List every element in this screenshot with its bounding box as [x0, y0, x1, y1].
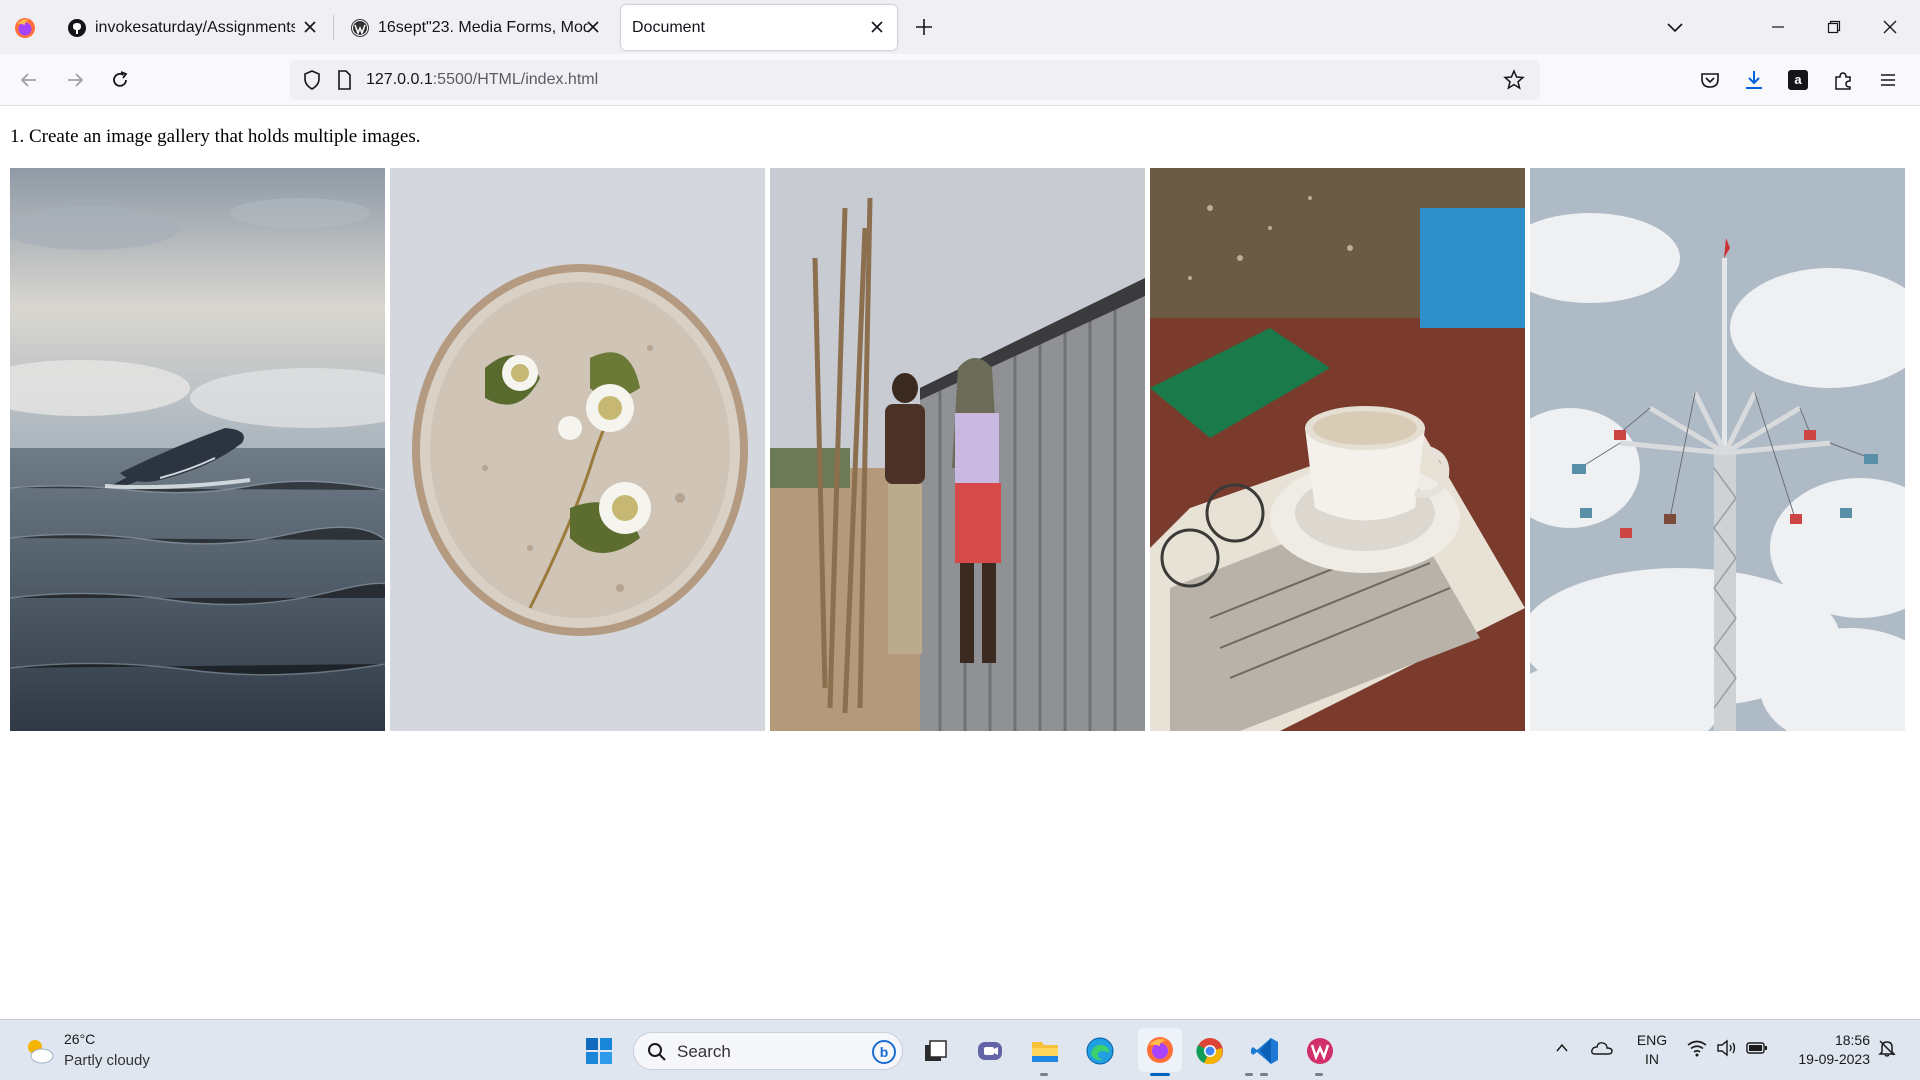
task-view-icon[interactable]	[918, 1034, 952, 1068]
menu-icon[interactable]	[1876, 68, 1900, 92]
url-path: :5500/HTML/index.html	[432, 71, 599, 88]
onedrive-icon[interactable]	[1590, 1036, 1614, 1060]
close-tab-icon[interactable]	[300, 17, 320, 37]
app-running-indicator	[1260, 1073, 1268, 1076]
weather-temperature[interactable]: 26°C	[64, 1031, 95, 1047]
address-bar[interactable]: 127.0.0.1:5500/HTML/index.html	[290, 60, 1540, 100]
partly-cloudy-icon[interactable]	[22, 1034, 56, 1068]
browser-titlebar: invokesaturday/Assignments 16sept"23. Me…	[0, 0, 1920, 54]
wifi-icon[interactable]	[1685, 1036, 1709, 1060]
svg-text:a: a	[1794, 72, 1802, 87]
browser-navbar: 127.0.0.1:5500/HTML/index.html a	[0, 54, 1920, 106]
search-label: Search	[677, 1042, 731, 1061]
language-indicator[interactable]: ENG IN	[1635, 1031, 1669, 1069]
firefox-taskbar-icon[interactable]	[1138, 1028, 1182, 1072]
github-icon	[68, 19, 86, 37]
flower-plate-photo	[390, 168, 765, 731]
vscode-icon[interactable]	[1248, 1034, 1282, 1068]
taskbar-search-box[interactable]: Search b	[633, 1032, 903, 1070]
tab-label: Document	[632, 18, 705, 36]
system-clock[interactable]: 18:56 19-09-2023	[1780, 1031, 1870, 1069]
page-viewport: 1. Create an image gallery that holds mu…	[0, 107, 1920, 1019]
restore-window-icon[interactable]	[1821, 14, 1847, 40]
amazon-icon[interactable]: a	[1786, 68, 1810, 92]
close-tab-icon[interactable]	[583, 17, 603, 37]
weather-description[interactable]: Partly cloudy	[64, 1052, 150, 1069]
clock-time: 18:56	[1834, 1032, 1870, 1048]
bookmark-star-icon[interactable]	[1502, 68, 1526, 92]
back-icon[interactable]	[17, 68, 41, 92]
chrome-icon[interactable]	[1193, 1034, 1227, 1068]
clock-date: 19-09-2023	[1798, 1051, 1870, 1067]
swing-ride-photo	[1530, 168, 1905, 731]
volume-icon[interactable]	[1715, 1036, 1739, 1060]
language-region: IN	[1645, 1051, 1659, 1067]
url-text[interactable]: 127.0.0.1:5500/HTML/index.html	[366, 71, 598, 89]
tab-github-assignments[interactable]: invokesaturday/Assignments	[55, 5, 330, 50]
page-icon[interactable]	[332, 68, 356, 92]
bing-icon[interactable]: b	[871, 1039, 897, 1065]
windows-taskbar: 26°C Partly cloudy Search b ENG IN 18:56…	[0, 1019, 1920, 1080]
new-tab-icon[interactable]	[912, 15, 936, 39]
chat-icon[interactable]	[973, 1034, 1007, 1068]
battery-icon[interactable]	[1745, 1036, 1769, 1060]
download-icon[interactable]	[1742, 68, 1766, 92]
forward-icon[interactable]	[63, 68, 87, 92]
chevron-up-icon[interactable]	[1550, 1036, 1574, 1060]
pocket-icon[interactable]	[1698, 68, 1722, 92]
reload-icon[interactable]	[108, 68, 132, 92]
minimize-window-icon[interactable]	[1765, 14, 1791, 40]
wordpress-icon	[351, 19, 369, 37]
close-tab-icon[interactable]	[867, 17, 887, 37]
tab-label: invokesaturday/Assignments	[95, 18, 295, 36]
app-running-indicator	[1245, 1073, 1253, 1076]
whale-photo	[10, 168, 385, 731]
search-icon	[648, 1043, 666, 1061]
notifications-icon[interactable]	[1875, 1036, 1899, 1060]
windows-start-icon[interactable]	[582, 1034, 616, 1068]
image-gallery	[10, 168, 1905, 731]
file-explorer-icon[interactable]	[1028, 1034, 1062, 1068]
wps-office-icon[interactable]	[1303, 1034, 1337, 1068]
firefox-menu-icon[interactable]	[13, 16, 37, 40]
firefox-active-indicator	[1150, 1073, 1170, 1076]
app-running-indicator	[1315, 1073, 1323, 1076]
page-heading: 1. Create an image gallery that holds mu…	[10, 126, 421, 147]
tab-label: 16sept"23. Media Forms, Modern	[378, 18, 588, 36]
chevron-down-icon[interactable]	[1663, 15, 1687, 39]
coffee-cup-photo	[1150, 168, 1525, 731]
url-host: 127.0.0.1	[366, 71, 433, 88]
tab-document-active[interactable]: Document	[621, 5, 897, 50]
app-running-indicator	[1040, 1073, 1048, 1076]
extensions-icon[interactable]	[1831, 68, 1855, 92]
edge-icon[interactable]	[1083, 1034, 1117, 1068]
language-code: ENG	[1636, 1032, 1668, 1048]
shield-icon[interactable]	[300, 68, 324, 92]
close-window-icon[interactable]	[1877, 14, 1903, 40]
tab-separator	[333, 15, 334, 40]
two-men-photo	[770, 168, 1145, 731]
svg-text:b: b	[880, 1044, 889, 1060]
tab-media-forms[interactable]: 16sept"23. Media Forms, Modern	[338, 5, 613, 50]
